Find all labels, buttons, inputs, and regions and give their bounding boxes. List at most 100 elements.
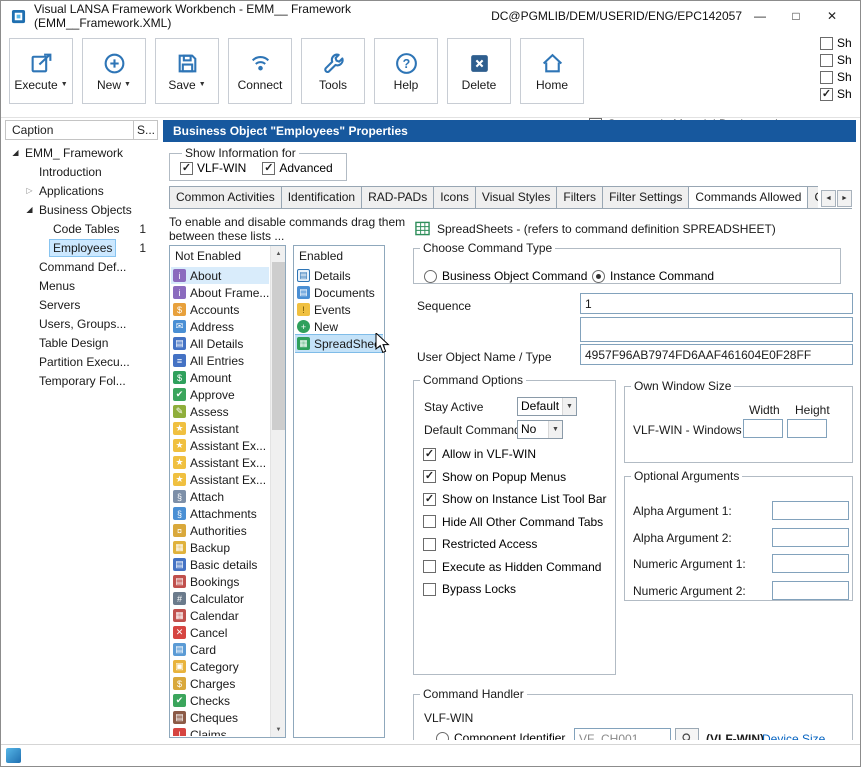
execute-button[interactable]: Execute▼ (9, 38, 73, 104)
tree-item-users-groups[interactable]: Users, Groups... (5, 314, 158, 333)
list-item-address[interactable]: ✉Address (171, 318, 269, 335)
list-item-accounts[interactable]: $Accounts (171, 301, 269, 318)
checkbox[interactable] (820, 71, 833, 84)
radio-button[interactable] (592, 270, 605, 283)
sort-column-header[interactable]: S... (133, 121, 157, 139)
tab-filter-settings[interactable]: Filter Settings (602, 186, 689, 208)
list-item-assess[interactable]: ✎Assess (171, 403, 269, 420)
save-button[interactable]: Save▼ (155, 38, 219, 104)
tab-commands-allowed[interactable]: Commands Allowed (688, 186, 808, 208)
list-item-calendar[interactable]: ▦Calendar (171, 607, 269, 624)
list-item-all-details[interactable]: ▤All Details (171, 335, 269, 352)
tab-rad-pads[interactable]: RAD-PADs (361, 186, 434, 208)
device-size-link[interactable]: Device Size (762, 732, 825, 740)
option-checkbox-allow-in-vlf-win[interactable]: ✓Allow in VLF-WIN (423, 447, 536, 461)
chevron-down-icon[interactable]: ▼ (548, 421, 562, 438)
checkbox[interactable] (820, 54, 833, 67)
list-item-claims[interactable]: !Claims (171, 726, 269, 736)
show-info-checkbox-advanced[interactable]: ✓Advanced (262, 161, 332, 175)
tree-item-introduction[interactable]: Introduction (5, 162, 158, 181)
tree-item-partition-execu[interactable]: Partition Execu... (5, 352, 158, 371)
list-item-backup[interactable]: ▦Backup (171, 539, 269, 556)
tab-scroll-right-icon[interactable]: ► (837, 190, 852, 207)
list-item-spreadsheets[interactable]: ▦SpreadSheets (295, 335, 383, 352)
window-width-input[interactable] (743, 419, 783, 438)
tree-expanded-icon[interactable]: ◢ (9, 148, 22, 157)
window-height-input[interactable] (787, 419, 827, 438)
list-item-all-entries[interactable]: ≡All Entries (171, 352, 269, 369)
tab-icons[interactable]: Icons (433, 186, 476, 208)
list-item-cheques[interactable]: ▤Cheques (171, 709, 269, 726)
checkbox[interactable]: ✓ (820, 88, 833, 101)
list-item-cancel[interactable]: ✕Cancel (171, 624, 269, 641)
list-item-documents[interactable]: ▤Documents (295, 284, 383, 301)
tree-item-menus[interactable]: Menus (5, 276, 158, 295)
tree-item-table-design[interactable]: Table Design (5, 333, 158, 352)
scrollbar-thumb[interactable] (272, 262, 285, 430)
list-item-authorities[interactable]: ¤Authorities (171, 522, 269, 539)
checkbox[interactable] (423, 538, 436, 551)
checkbox[interactable]: ✓ (262, 162, 275, 175)
tab-scroll-left-icon[interactable]: ◄ (821, 190, 836, 207)
side-checkbox-row-2[interactable]: Sh (820, 53, 858, 67)
optional-arg-input-2[interactable] (772, 528, 849, 547)
option-checkbox-show-on-popup-menus[interactable]: ✓Show on Popup Menus (423, 470, 566, 484)
radio-button[interactable] (424, 270, 437, 283)
tree-item-applications[interactable]: ▷Applications (5, 181, 158, 200)
home-button[interactable]: Home (520, 38, 584, 104)
default-command-dropdown[interactable]: No ▼ (517, 420, 563, 439)
connect-button[interactable]: Connect (228, 38, 292, 104)
option-checkbox-show-on-instance-list-tool-bar[interactable]: ✓Show on Instance List Tool Bar (423, 492, 607, 506)
tab-common-activities[interactable]: Common Activities (169, 186, 282, 208)
radio-business-object-command[interactable]: Business Object Command (424, 269, 587, 283)
list-item-assistant-ex[interactable]: ★Assistant Ex... (171, 471, 269, 488)
list-item-assistant[interactable]: ★Assistant (171, 420, 269, 437)
tools-button[interactable]: Tools (301, 38, 365, 104)
tree-collapsed-icon[interactable]: ▷ (23, 186, 36, 195)
list-item-amount[interactable]: $Amount (171, 369, 269, 386)
side-checkbox-row-1[interactable]: Sh (820, 36, 858, 50)
list-item-approve[interactable]: ✔Approve (171, 386, 269, 403)
checkbox[interactable] (423, 515, 436, 528)
tree-item-command-def[interactable]: Command Def... (5, 257, 158, 276)
tab-identification[interactable]: Identification (281, 186, 362, 208)
list-item-new[interactable]: +New (295, 318, 383, 335)
checkbox[interactable] (820, 37, 833, 50)
stay-active-dropdown[interactable]: Default ▼ (517, 397, 577, 416)
option-checkbox-execute-as-hidden-command[interactable]: Execute as Hidden Command (423, 560, 601, 574)
search-button[interactable] (675, 728, 699, 740)
list-item-about[interactable]: iAbout (171, 267, 269, 284)
user-object-input[interactable] (580, 344, 853, 365)
option-checkbox-hide-all-other-command-tabs[interactable]: Hide All Other Command Tabs (423, 515, 603, 529)
scroll-down-icon[interactable]: ▼ (271, 722, 286, 737)
caption-column-header[interactable]: Caption (12, 123, 53, 137)
tree-expanded-icon[interactable]: ◢ (23, 205, 36, 214)
show-info-checkbox-vlf-win[interactable]: ✓VLF-WIN (180, 161, 246, 175)
delete-button[interactable]: Delete (447, 38, 511, 104)
tree-item-employees[interactable]: Employees1 (5, 238, 158, 257)
checkbox[interactable]: ✓ (423, 493, 436, 506)
optional-arg-input-4[interactable] (772, 581, 849, 600)
tree-item-code-tables[interactable]: Code Tables1 (5, 219, 158, 238)
list-item-events[interactable]: !Events (295, 301, 383, 318)
component-identifier-radio-row[interactable]: Component Identifier (436, 731, 565, 740)
scroll-up-icon[interactable]: ▲ (271, 246, 286, 261)
list-item-card[interactable]: ▤Card (171, 641, 269, 658)
not-enabled-scrollbar[interactable]: ▲ ▼ (270, 246, 285, 737)
optional-arg-input-1[interactable] (772, 501, 849, 520)
checkbox[interactable] (423, 560, 436, 573)
list-item-calculator[interactable]: #Calculator (171, 590, 269, 607)
sequence-aux-input[interactable] (580, 317, 853, 342)
checkbox[interactable]: ✓ (423, 470, 436, 483)
help-button[interactable]: ?Help (374, 38, 438, 104)
list-item-category[interactable]: ▣Category (171, 658, 269, 675)
component-identifier-input[interactable] (574, 728, 671, 740)
side-checkbox-row-3[interactable]: Sh (820, 70, 858, 84)
tab-filters[interactable]: Filters (556, 186, 603, 208)
tab-command-display[interactable]: Command Display (807, 186, 818, 208)
checkbox[interactable] (423, 583, 436, 596)
maximize-button[interactable]: □ (778, 9, 814, 23)
tab-visual-styles[interactable]: Visual Styles (475, 186, 557, 208)
tree-item-servers[interactable]: Servers (5, 295, 158, 314)
minimize-button[interactable]: — (742, 9, 778, 23)
